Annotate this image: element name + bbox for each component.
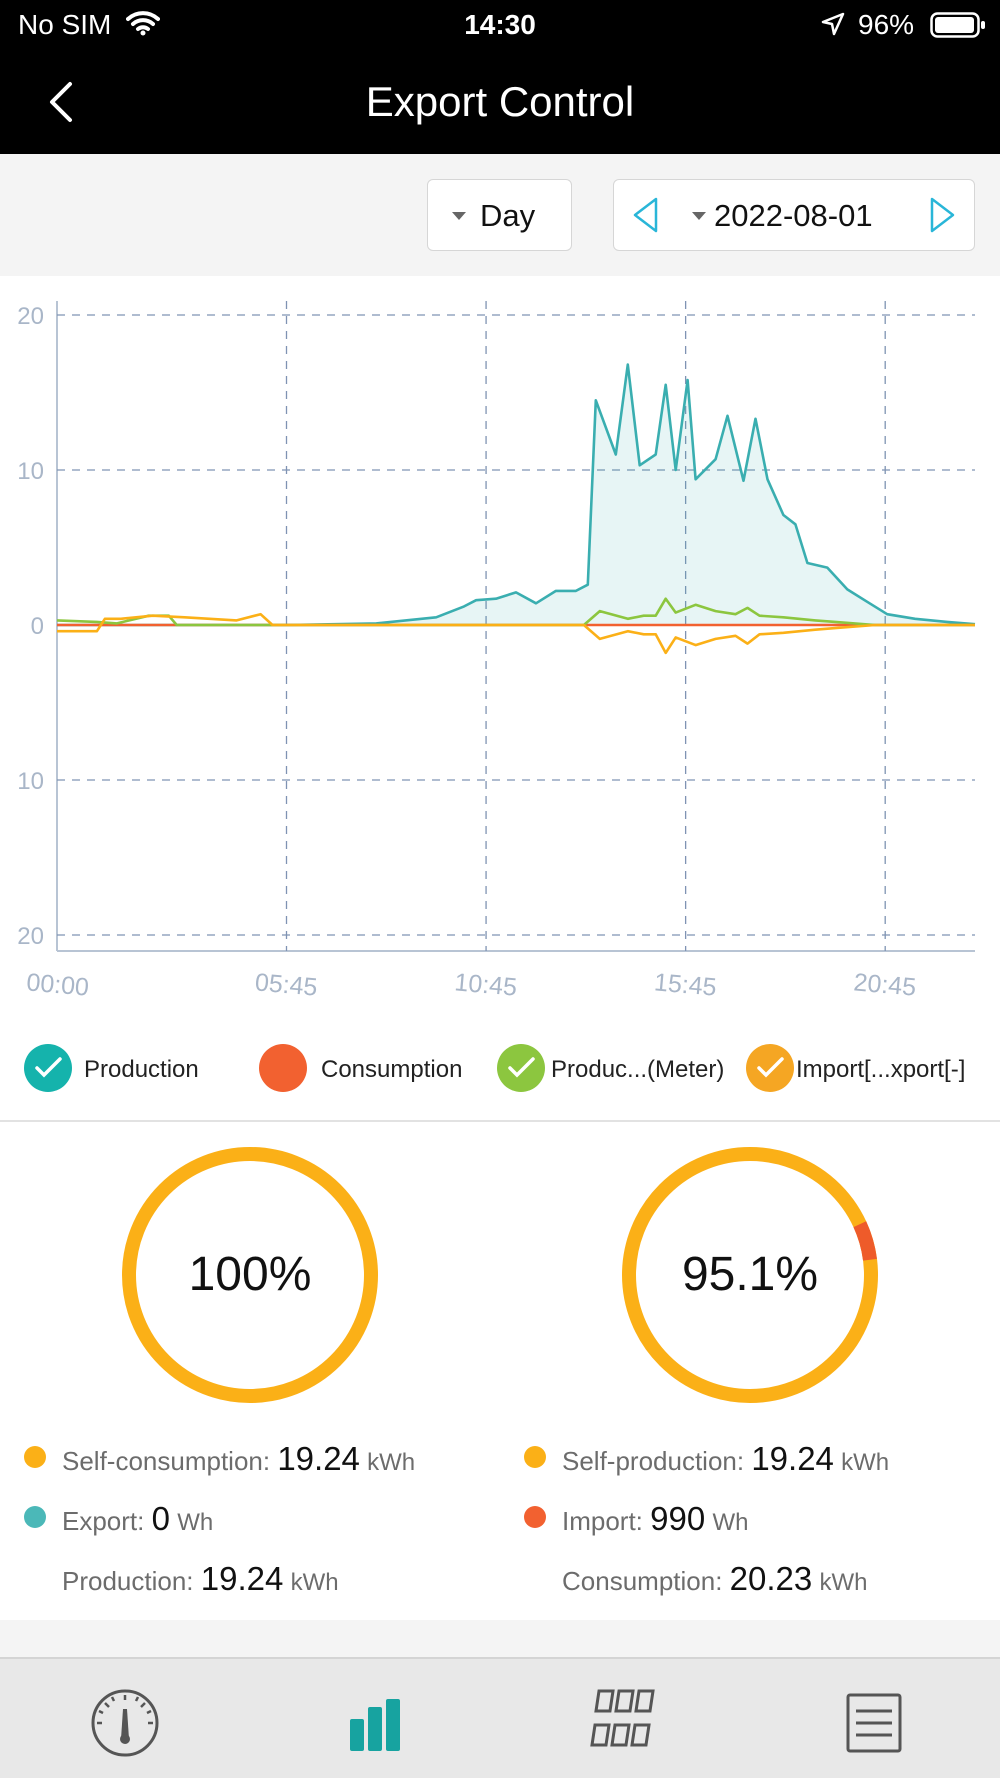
status-dot — [524, 1446, 546, 1468]
stat-value: 0 — [151, 1500, 170, 1537]
status-bar: No SIM 14:30 96% — [0, 0, 1000, 50]
stat-unit: kWh — [841, 1449, 890, 1476]
legend-label: Production — [84, 1056, 199, 1083]
statistics-panel: 100% 95.1% Self-consumption: 19.24 kWh E… — [0, 1122, 1000, 1620]
stat-unit: kWh — [290, 1569, 339, 1596]
stat-label: Consumption: — [562, 1566, 730, 1596]
self-consumption-percentage: 100% — [188, 1248, 312, 1301]
navigation-bar: Export Control — [0, 50, 1000, 154]
bar-chart-icon[interactable] — [335, 1683, 415, 1763]
series-area-0 — [57, 364, 975, 625]
y-tick-label: 0 — [31, 613, 44, 640]
legend-label: Consumption — [321, 1056, 463, 1083]
stat-value: 990 — [650, 1500, 706, 1537]
status-dot — [24, 1446, 46, 1468]
next-date-icon[interactable] — [928, 196, 958, 234]
stat-unit: Wh — [177, 1509, 214, 1536]
legend-swatch — [497, 1044, 545, 1092]
period-dropdown[interactable]: Day — [427, 179, 572, 251]
page-title: Export Control — [365, 78, 635, 125]
y-tick-label: 20 — [17, 923, 44, 950]
dropdown-caret-icon — [452, 212, 466, 220]
legend-label: Produc...(Meter) — [551, 1056, 725, 1083]
location-arrow-icon — [820, 11, 846, 44]
y-tick-label: 10 — [17, 458, 44, 485]
stat-unit: kWh — [367, 1449, 416, 1476]
x-tick-label: 15:45 — [653, 968, 718, 1001]
stat-label: Export: — [62, 1506, 152, 1536]
energy-chart: 20 10 0 10 20 00:00 05:45 10:45 15:45 20:45 Produ… — [0, 276, 1000, 1121]
previous-date-icon[interactable] — [630, 196, 660, 234]
list-icon[interactable] — [834, 1683, 914, 1763]
legend-swatch — [746, 1044, 794, 1092]
gauge-icon[interactable] — [85, 1683, 165, 1763]
x-tick-label: 05:45 — [254, 968, 319, 1001]
filter-controls: Day 2022-08-01 — [0, 154, 1000, 276]
stat-label: Self-production: — [562, 1446, 752, 1476]
stat-value: 19.24 — [200, 1560, 284, 1597]
legend-swatch — [259, 1044, 307, 1092]
chart-legend: Production Consumption Produc...(Meter) … — [0, 1034, 1000, 1102]
y-tick-label: 10 — [17, 768, 44, 795]
x-tick-label: 20:45 — [853, 968, 918, 1001]
self-consumption-ring: 100% — [119, 1144, 381, 1406]
self-production-percentage: 95.1% — [681, 1248, 819, 1301]
stat-label: Import: — [562, 1506, 651, 1536]
tab-bar — [0, 1657, 1000, 1778]
stat-label: Self-consumption: — [62, 1446, 278, 1476]
stat-unit: kWh — [819, 1569, 868, 1596]
x-tick-label: 10:45 — [453, 968, 518, 1001]
battery-icon — [930, 12, 986, 45]
clock: 14:30 — [464, 9, 536, 40]
stat-value: 19.24 — [277, 1440, 360, 1477]
date-label[interactable]: 2022-08-01 — [714, 198, 873, 234]
chart-canvas: 20 10 0 10 20 00:00 05:45 10:45 15:45 20:45 — [17, 301, 976, 1002]
stat-label: Production: — [62, 1566, 201, 1596]
battery-percentage: 96% — [858, 9, 915, 40]
date-picker: 2022-08-01 — [613, 179, 975, 251]
stat-value: 20.23 — [729, 1560, 813, 1597]
x-tick-label: 00:00 — [25, 968, 90, 1001]
legend-swatch — [24, 1044, 72, 1092]
stat-unit: Wh — [712, 1509, 749, 1536]
status-dot — [524, 1506, 546, 1528]
self-production-ring: 95.1% — [619, 1144, 881, 1406]
stat-value: 19.24 — [751, 1440, 834, 1477]
y-tick-label: 20 — [17, 303, 44, 330]
grid-icon[interactable] — [587, 1683, 667, 1763]
dropdown-caret-icon[interactable] — [692, 212, 706, 220]
period-label: Day — [480, 198, 536, 233]
legend-label: Import[...xport[-] — [796, 1056, 966, 1083]
status-dot — [24, 1506, 46, 1528]
